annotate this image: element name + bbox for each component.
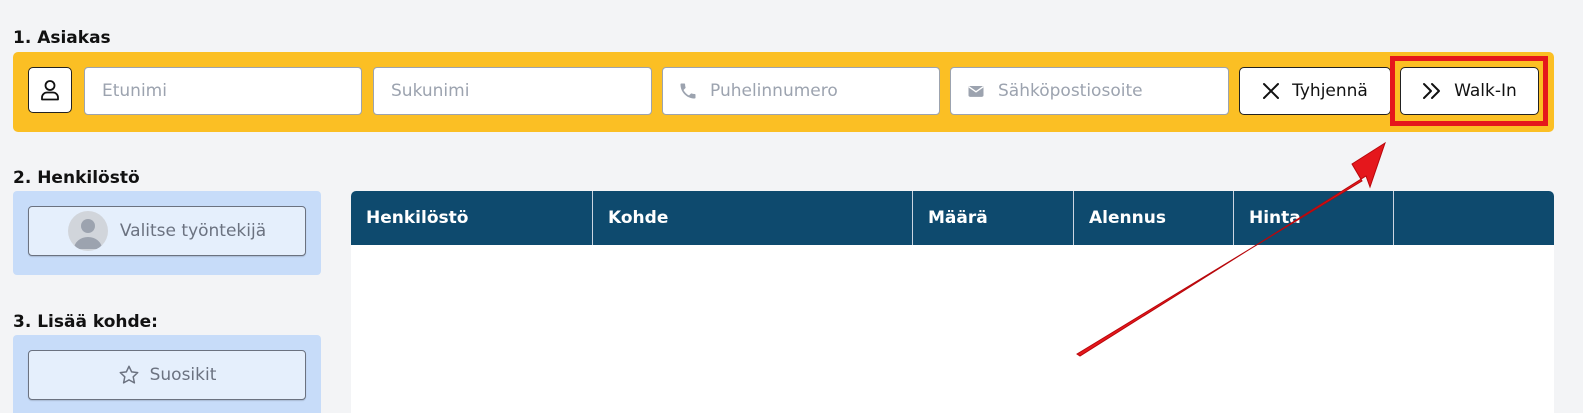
select-employee-label: Valitse työntekijä [119, 221, 267, 241]
column-header-discount[interactable]: Alennus [1074, 191, 1234, 245]
customer-section-title: 1. Asiakas [13, 28, 111, 48]
phone-icon [680, 83, 696, 99]
star-icon [119, 365, 139, 384]
last-name-input[interactable] [389, 80, 651, 102]
items-table: Henkilöstö Kohde Määrä Alennus Hinta [351, 191, 1554, 413]
favorites-button[interactable]: Suosikit [28, 350, 306, 400]
column-header-actions [1394, 191, 1554, 245]
phone-field[interactable] [662, 67, 940, 115]
envelope-icon [968, 86, 984, 97]
column-header-item[interactable]: Kohde [593, 191, 913, 245]
staff-panel: Valitse työntekijä [13, 191, 321, 275]
staff-section-title: 2. Henkilöstö [13, 168, 140, 188]
clear-button[interactable]: Tyhjennä [1239, 67, 1391, 115]
phone-input[interactable] [708, 80, 939, 102]
customer-profile-button[interactable] [28, 67, 72, 113]
avatar [67, 211, 108, 251]
column-header-staff[interactable]: Henkilöstö [351, 191, 593, 245]
table-header: Henkilöstö Kohde Määrä Alennus Hinta [351, 191, 1554, 245]
add-item-panel: Suosikit [13, 335, 321, 413]
column-header-quantity[interactable]: Määrä [913, 191, 1074, 245]
user-icon [41, 80, 59, 101]
walk-in-highlight-box [1390, 56, 1548, 126]
email-field[interactable] [950, 67, 1229, 115]
select-employee-button[interactable]: Valitse työntekijä [28, 206, 306, 256]
clear-button-label: Tyhjennä [1292, 81, 1368, 101]
close-icon [1263, 83, 1280, 99]
favorites-label: Suosikit [149, 365, 217, 385]
customer-bar: Tyhjennä Walk-In [13, 52, 1554, 132]
email-input[interactable] [996, 80, 1228, 102]
first-name-input[interactable] [100, 80, 361, 102]
first-name-field[interactable] [84, 67, 362, 115]
column-header-price[interactable]: Hinta [1234, 191, 1394, 245]
last-name-field[interactable] [373, 67, 652, 115]
add-item-section-title: 3. Lisää kohde: [13, 312, 158, 332]
